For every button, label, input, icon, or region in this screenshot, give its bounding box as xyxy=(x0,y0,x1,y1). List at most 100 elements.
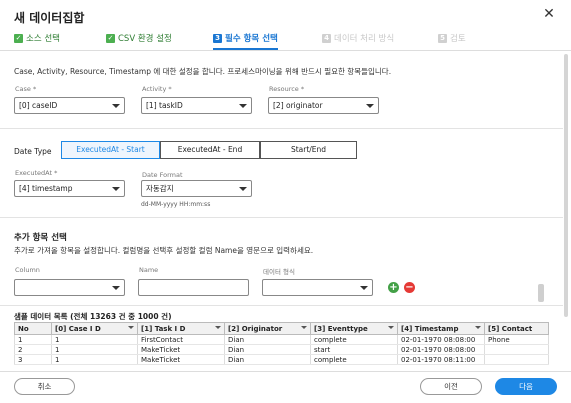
date-type-option-start[interactable]: ExecutedAt - Start xyxy=(61,141,160,159)
activity-value: [1] taskID xyxy=(146,101,183,110)
step-label: 필수 항목 선택 xyxy=(225,34,278,44)
date-format-value: 자동감지 xyxy=(146,184,174,193)
sample-data-table: No [0] Case I D [1] Task I D [2] Origina… xyxy=(14,322,549,365)
chevron-down-icon xyxy=(239,187,247,191)
table-cell: start xyxy=(310,344,398,355)
name-input[interactable] xyxy=(138,279,249,296)
step-required-fields[interactable]: 3 필수 항목 선택 xyxy=(213,33,278,50)
step-review: 5 검토 xyxy=(438,33,466,50)
additional-section-description: 추가로 가져올 항목을 설정합니다. 컬럼명을 선택후 설정할 컬럼 Name을… xyxy=(14,246,314,255)
step-label: 검토 xyxy=(450,34,466,44)
sort-icon xyxy=(215,326,221,329)
table-cell: 1 xyxy=(14,334,52,345)
remove-row-button[interactable]: − xyxy=(404,282,415,293)
executed-at-value: [4] timestamp xyxy=(19,184,73,193)
table-cell: MakeTicket xyxy=(137,344,225,355)
close-icon[interactable]: ✕ xyxy=(541,6,557,22)
date-format-hint: dd-MM-yyyy HH:mm:ss xyxy=(141,201,211,208)
chevron-down-icon xyxy=(112,187,120,191)
sort-icon xyxy=(388,326,394,329)
chevron-down-icon xyxy=(112,104,120,108)
table-cell: MakeTicket xyxy=(137,354,225,365)
date-format-select[interactable]: 자동감지 xyxy=(141,180,252,197)
step-csv-settings[interactable]: ✓ CSV 환경 설정 xyxy=(106,33,172,50)
resource-select[interactable]: [2] originator xyxy=(268,97,379,114)
chevron-down-icon xyxy=(360,286,368,290)
table-scrollbar[interactable] xyxy=(538,284,544,302)
dialog-title: 새 데이터집합 xyxy=(14,11,85,25)
table-cell: 1 xyxy=(51,354,138,365)
divider xyxy=(0,305,563,306)
required-description: Case, Activity, Resource, Timestamp 에 대한… xyxy=(14,67,392,76)
sort-icon xyxy=(475,326,481,329)
column-label: Column xyxy=(15,266,40,274)
date-type-option-end[interactable]: ExecutedAt - End xyxy=(160,141,260,159)
check-icon: ✓ xyxy=(14,34,23,43)
table-cell: 2 xyxy=(14,344,52,355)
executed-at-select[interactable]: [4] timestamp xyxy=(14,180,125,197)
table-cell: 02-01-1970 08:08:00 xyxy=(397,344,485,355)
column-header[interactable]: [0] Case I D xyxy=(51,322,138,335)
table-cell: 02-01-1970 08:08:00 xyxy=(397,334,485,345)
column-header[interactable]: [3] Eventtype xyxy=(310,322,398,335)
table-cell: FirstContact xyxy=(137,334,225,345)
case-label: Case * xyxy=(15,85,37,93)
sort-icon xyxy=(128,326,134,329)
previous-button[interactable]: 이전 xyxy=(420,378,482,395)
table-cell: 02-01-1970 08:11:00 xyxy=(397,354,485,365)
case-select[interactable]: [0] caseID xyxy=(14,97,125,114)
column-header[interactable]: [1] Task I D xyxy=(137,322,225,335)
step-number: 4 xyxy=(322,34,331,43)
divider xyxy=(0,217,563,218)
next-button[interactable]: 다음 xyxy=(495,378,557,395)
column-header[interactable]: [5] Contact xyxy=(484,322,549,335)
table-cell: Dian xyxy=(224,344,311,355)
table-cell xyxy=(484,344,549,355)
add-row-button[interactable]: + xyxy=(388,282,399,293)
data-type-label: 데이터 형식 xyxy=(263,268,295,276)
date-type-option-start-end[interactable]: Start/End xyxy=(260,141,357,159)
column-header[interactable]: No xyxy=(14,322,52,335)
case-value: [0] caseID xyxy=(19,101,58,110)
sample-data-title: 샘플 데이터 목록 (전체 13263 건 중 1000 건) xyxy=(14,312,172,321)
table-row[interactable]: 3 1 MakeTicket Dian complete 02-01-1970 … xyxy=(14,354,549,365)
content-area: Case, Activity, Resource, Timestamp 에 대한… xyxy=(0,52,563,370)
table-cell xyxy=(484,354,549,365)
data-type-select[interactable] xyxy=(262,279,373,296)
table-cell: Dian xyxy=(224,354,311,365)
step-label: 소스 선택 xyxy=(26,34,60,44)
chevron-down-icon xyxy=(239,104,247,108)
wizard-steps: ✓ 소스 선택 ✓ CSV 환경 설정 3 필수 항목 선택 4 데이터 처리 방식 5… xyxy=(0,31,571,51)
table-cell: Phone xyxy=(484,334,549,345)
resource-value: [2] originator xyxy=(273,101,323,110)
table-row[interactable]: 1 1 FirstContact Dian complete 02-01-197… xyxy=(14,334,549,345)
executed-at-label: ExecutedAt * xyxy=(15,169,58,177)
column-select[interactable] xyxy=(14,279,125,296)
date-format-label: Date Format xyxy=(142,171,183,179)
activity-select[interactable]: [1] taskID xyxy=(141,97,252,114)
chevron-down-icon xyxy=(366,104,374,108)
check-icon: ✓ xyxy=(106,34,115,43)
table-cell: complete xyxy=(310,334,398,345)
resource-label: Resource * xyxy=(269,85,305,93)
step-label: CSV 환경 설정 xyxy=(118,34,172,44)
activity-label: Activity * xyxy=(142,85,172,93)
table-cell: Dian xyxy=(224,334,311,345)
step-label: 데이터 처리 방식 xyxy=(334,34,395,44)
step-source[interactable]: ✓ 소스 선택 xyxy=(14,33,60,50)
table-cell: 1 xyxy=(51,344,138,355)
column-header[interactable]: [4] Timestamp xyxy=(397,322,485,335)
table-row[interactable]: 2 1 MakeTicket Dian start 02-01-1970 08:… xyxy=(14,344,549,355)
table-header-row: No [0] Case I D [1] Task I D [2] Origina… xyxy=(14,322,549,335)
column-header[interactable]: [2] Originator xyxy=(224,322,311,335)
table-cell: complete xyxy=(310,354,398,365)
cancel-button[interactable]: 취소 xyxy=(14,378,75,395)
step-data-processing: 4 데이터 처리 방식 xyxy=(322,33,394,50)
content-scrollbar[interactable] xyxy=(564,54,568,317)
date-type-label: Date Type xyxy=(14,147,52,156)
dialog-footer: 취소 이전 다음 xyxy=(0,371,571,403)
sort-icon xyxy=(301,326,307,329)
table-cell: 3 xyxy=(14,354,52,365)
additional-section-title: 추가 항목 선택 xyxy=(14,233,67,243)
step-number: 3 xyxy=(213,34,222,43)
